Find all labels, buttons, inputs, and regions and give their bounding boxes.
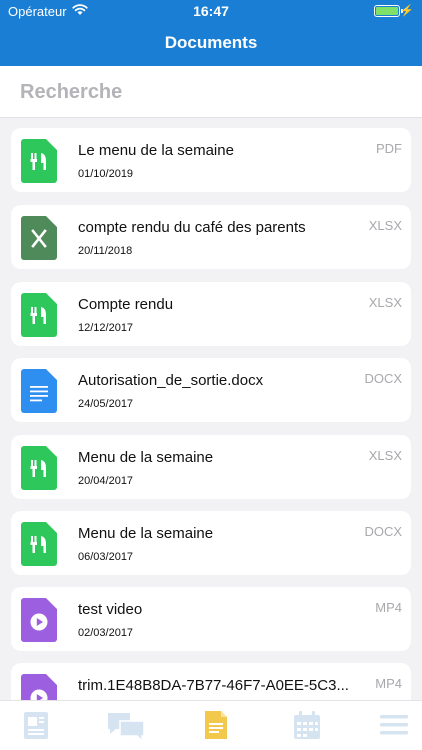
document-date: 01/10/2019 [78, 168, 134, 180]
document-type: XLSX [368, 448, 402, 463]
document-list: Le menu de la semaine 01/10/2019 PDF com… [0, 118, 422, 700]
document-item[interactable]: trim.1E48B8DA-7B77-46F7-A0EE-5C3... MP4 [11, 663, 411, 700]
document-date: 02/03/2017 [78, 627, 134, 639]
excel-icon [21, 216, 57, 260]
document-type: DOCX [364, 371, 402, 386]
fork-knife-icon [21, 139, 57, 183]
navigation-bar: Opérateur 16:47 ⚡ Documents [0, 0, 422, 66]
document-type: MP4 [375, 600, 402, 615]
document-item[interactable]: Menu de la semaine 20/04/2017 XLSX [11, 435, 411, 499]
document-date: 12/12/2017 [78, 322, 134, 334]
tab-menu[interactable] [378, 709, 410, 741]
document-item[interactable]: Le menu de la semaine 01/10/2019 PDF [11, 128, 411, 192]
video-play-icon [21, 598, 57, 642]
document-item[interactable]: compte rendu du café des parents 20/11/2… [11, 205, 411, 269]
status-bar: Opérateur 16:47 ⚡ [0, 0, 422, 22]
document-item[interactable]: Menu de la semaine 06/03/2017 DOCX [11, 511, 411, 575]
menu-icon [380, 715, 408, 735]
charging-bolt-icon: ⚡ [400, 5, 414, 17]
document-name: compte rendu du café des parents [78, 219, 306, 236]
document-type: MP4 [375, 676, 402, 691]
clock: 16:47 [193, 3, 229, 19]
document-type: PDF [376, 141, 402, 156]
search-bar [0, 66, 422, 118]
document-date: 20/11/2018 [78, 245, 133, 257]
document-date: 24/05/2017 [78, 398, 134, 410]
document-item[interactable]: Compte rendu 12/12/2017 XLSX [11, 282, 411, 346]
document-type: XLSX [368, 218, 402, 233]
fork-knife-icon [21, 446, 57, 490]
battery-icon [374, 5, 403, 17]
tab-documents[interactable] [200, 709, 232, 741]
calendar-icon [294, 711, 320, 739]
document-name: test video [78, 601, 143, 618]
tab-calendar[interactable] [291, 709, 323, 741]
document-date: 20/04/2017 [78, 475, 134, 487]
fork-knife-icon [21, 522, 57, 566]
document-name: Menu de la semaine [78, 525, 214, 542]
document-name: Autorisation_de_sortie.docx [78, 372, 264, 389]
page-title: Documents [164, 33, 258, 52]
fork-knife-icon [21, 293, 57, 337]
document-name: Compte rendu [78, 296, 174, 313]
document-item[interactable]: test video 02/03/2017 MP4 [11, 587, 411, 651]
tab-news[interactable] [20, 709, 52, 741]
document-item[interactable]: Autorisation_de_sortie.docx 24/05/2017 D… [11, 358, 411, 422]
document-type: XLSX [368, 295, 402, 310]
tab-bar [0, 700, 422, 750]
search-input[interactable] [20, 78, 400, 106]
document-name: trim.1E48B8DA-7B77-46F7-A0EE-5C3... [78, 677, 349, 694]
document-icon [205, 711, 227, 739]
tab-messages[interactable] [106, 709, 146, 743]
document-type: DOCX [364, 524, 402, 539]
chat-bubbles-icon [108, 713, 145, 743]
document-name: Menu de la semaine [78, 449, 214, 466]
document-date: 06/03/2017 [78, 551, 134, 563]
video-play-icon [21, 674, 57, 700]
news-icon [24, 712, 48, 739]
document-name: Le menu de la semaine [78, 142, 234, 159]
word-doc-icon [21, 369, 57, 413]
